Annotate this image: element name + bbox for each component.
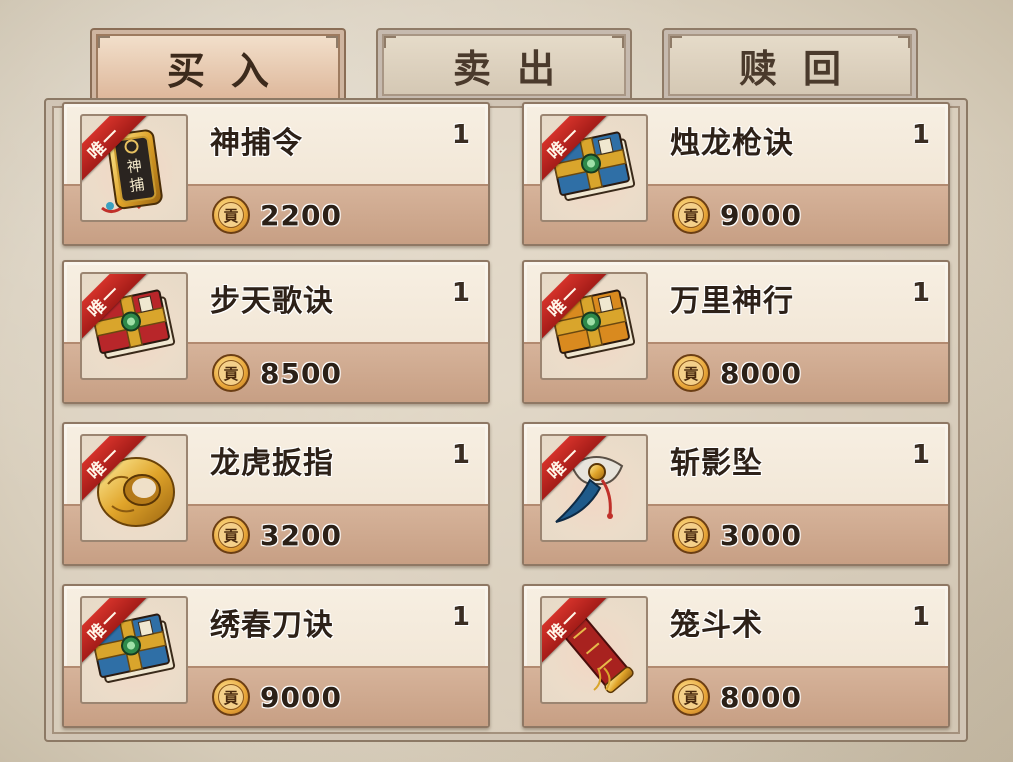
coin-icon: 貢 <box>672 516 710 554</box>
item-name: 斩影坠 <box>670 446 763 481</box>
item-thumbnail: 唯一 <box>540 434 648 542</box>
tab-redeem[interactable]: 赎回 <box>662 28 918 100</box>
item-price: 3000 <box>720 519 802 552</box>
shop-item-card[interactable]: 唯一 绣春刀诀 1 貢 9000 <box>62 584 490 728</box>
item-name: 笼斗术 <box>670 608 763 643</box>
item-name: 烛龙枪诀 <box>670 126 794 161</box>
item-price: 8500 <box>260 357 342 390</box>
svg-text:神: 神 <box>126 156 143 176</box>
tab-sell[interactable]: 卖出 <box>376 28 632 100</box>
coin-icon: 貢 <box>212 354 250 392</box>
coin-icon: 貢 <box>672 678 710 716</box>
item-name: 绣春刀诀 <box>210 608 334 643</box>
shop-item-card[interactable]: 唯一 斩影坠 1 貢 3000 <box>522 422 950 566</box>
item-thumbnail: 唯一 <box>540 114 648 222</box>
item-name: 万里神行 <box>670 284 794 319</box>
coin-icon: 貢 <box>212 678 250 716</box>
shop-item-card[interactable]: 唯一 烛龙枪诀 1 貢 9000 <box>522 102 950 246</box>
tab-redeem-label: 赎回 <box>738 45 867 91</box>
item-quantity: 1 <box>911 278 930 308</box>
svg-text:捕: 捕 <box>128 175 145 195</box>
item-quantity: 1 <box>451 278 470 308</box>
item-name: 神捕令 <box>210 126 303 161</box>
shop-item-card[interactable]: 唯一 步天歌诀 1 貢 8500 <box>62 260 490 404</box>
item-name: 步天歌诀 <box>210 284 334 319</box>
tab-sell-label: 卖出 <box>452 45 581 91</box>
item-thumbnail: 唯一 神 捕 <box>80 114 188 222</box>
shop-item-card[interactable]: 唯一 万里神行 1 貢 8000 <box>522 260 950 404</box>
item-thumbnail: 唯一 <box>540 596 648 704</box>
shop-item-card[interactable]: 唯一 笼斗术 1 貢 8000 <box>522 584 950 728</box>
tab-buy-label: 买入 <box>166 47 295 93</box>
item-thumbnail: 唯一 <box>540 272 648 380</box>
item-quantity: 1 <box>451 440 470 470</box>
item-thumbnail: 唯一 <box>80 272 188 380</box>
item-quantity: 1 <box>911 602 930 632</box>
item-price: 9000 <box>260 681 342 714</box>
shop-item-card[interactable]: 唯一 神 捕 神捕令 1 貢 2200 <box>62 102 490 246</box>
coin-icon: 貢 <box>672 196 710 234</box>
coin-icon: 貢 <box>212 196 250 234</box>
item-thumbnail: 唯一 <box>80 434 188 542</box>
tab-buy[interactable]: 买入 <box>90 28 346 104</box>
item-price: 8000 <box>720 681 802 714</box>
item-quantity: 1 <box>451 120 470 150</box>
item-price: 3200 <box>260 519 342 552</box>
item-thumbnail: 唯一 <box>80 596 188 704</box>
item-quantity: 1 <box>911 440 930 470</box>
item-price: 8000 <box>720 357 802 390</box>
item-price: 9000 <box>720 199 802 232</box>
item-name: 龙虎扳指 <box>210 446 334 481</box>
coin-icon: 貢 <box>212 516 250 554</box>
item-price: 2200 <box>260 199 342 232</box>
coin-icon: 貢 <box>672 354 710 392</box>
item-quantity: 1 <box>911 120 930 150</box>
shop-item-card[interactable]: 唯一 龙虎扳指 1 貢 3200 <box>62 422 490 566</box>
item-quantity: 1 <box>451 602 470 632</box>
